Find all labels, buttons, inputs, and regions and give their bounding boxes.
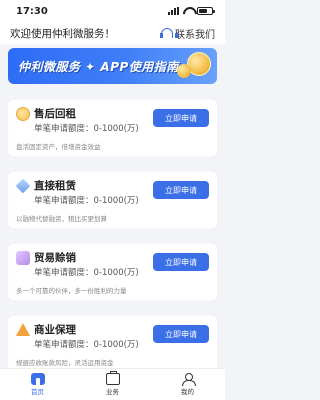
tab-business-label: 业务: [106, 388, 119, 396]
tab-home[interactable]: 首页: [30, 373, 45, 396]
apply-button[interactable]: 立即申请: [153, 253, 209, 271]
product-limit: 单笔申请额度：0-1000(万): [34, 124, 139, 134]
product-card-leaseback[interactable]: 售后回租 单笔申请额度：0-1000(万) 盘活固定资产，倍增资金效益 立即申请: [8, 100, 217, 156]
tab-profile[interactable]: 我的: [181, 373, 196, 396]
product-limit: 单笔申请额度：0-1000(万): [34, 340, 139, 350]
status-icons: [168, 7, 215, 15]
apply-button[interactable]: 立即申请: [153, 325, 209, 343]
signal-icon: [168, 7, 179, 15]
product-card-factoring[interactable]: 商业保理 单笔申请额度：0-1000(万) 规避应收账款风险，灵活运用资金 立即…: [8, 316, 217, 372]
wifi-icon: [183, 7, 193, 15]
product-description: 盘活固定资产，倍增资金效益: [16, 143, 101, 151]
briefcase-icon: [105, 371, 120, 385]
bottom-tab-bar: 首页 业务 我的: [0, 368, 225, 400]
product-description: 规避应收账款风险，灵活运用资金: [16, 359, 114, 367]
product-card-direct-lease[interactable]: 直接租赁 单笔申请额度：0-1000(万) 以融物代替融资，租比买更划算 立即申…: [8, 172, 217, 228]
banner-title: 仲利微服务 ✦ APP使用指南: [18, 59, 179, 74]
product-title: 售后回租: [34, 108, 76, 120]
product-title: 贸易赊销: [34, 252, 76, 264]
product-title: 直接租赁: [34, 180, 76, 192]
product-card-trade-credit[interactable]: 贸易赊销 单笔申请额度：0-1000(万) 多一个可靠的伙伴，多一份胜利的力量 …: [8, 244, 217, 300]
contact-us-button[interactable]: 联系我们: [160, 26, 215, 41]
product-description: 多一个可靠的伙伴，多一份胜利的力量: [16, 287, 127, 295]
apply-button[interactable]: 立即申请: [153, 181, 209, 199]
diamond-icon: [15, 178, 31, 194]
guide-banner[interactable]: 仲利微服务 ✦ APP使用指南: [8, 48, 217, 84]
home-icon: [30, 373, 45, 385]
contact-us-label: 联系我们: [175, 29, 215, 41]
product-title: 商业保理: [34, 324, 76, 336]
tab-home-label: 首页: [31, 388, 44, 396]
welcome-text: 欢迎使用仲利微服务！: [10, 27, 115, 40]
apply-button[interactable]: 立即申请: [153, 109, 209, 127]
product-description: 以融物代替融资，租比买更划算: [16, 215, 107, 223]
headset-icon: [160, 27, 178, 39]
cube-icon: [16, 251, 30, 265]
triangle-icon: [16, 323, 30, 336]
status-bar: 17:30: [0, 0, 225, 22]
tab-business[interactable]: 业务: [105, 371, 120, 396]
status-time: 17:30: [16, 5, 48, 17]
battery-icon: [197, 7, 215, 15]
product-limit: 单笔申请额度：0-1000(万): [34, 196, 139, 206]
product-limit: 单笔申请额度：0-1000(万): [34, 268, 139, 278]
coin-decoration-icon: [177, 64, 191, 78]
coin-icon: [16, 107, 30, 121]
tab-profile-label: 我的: [181, 388, 194, 396]
user-icon: [181, 373, 196, 386]
app-header: 欢迎使用仲利微服务！ 联系我们: [0, 22, 225, 44]
